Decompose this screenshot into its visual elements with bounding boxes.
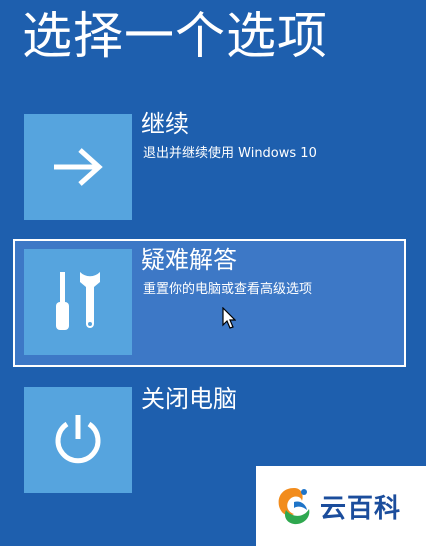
- option-troubleshoot-description: 重置你的电脑或查看高级选项: [143, 282, 313, 297]
- arrow-right-icon: [54, 148, 103, 186]
- option-turn-off-heading: 关闭电脑: [141, 385, 237, 413]
- watermark: 云百科: [256, 466, 426, 546]
- mouse-cursor-icon: [222, 307, 236, 329]
- page-title: 选择一个选项: [22, 7, 328, 65]
- option-troubleshoot[interactable]: 疑难解答 重置你的电脑或查看高级选项: [13, 239, 406, 367]
- power-icon: [55, 415, 101, 464]
- troubleshoot-tile[interactable]: [24, 249, 132, 355]
- turn-off-tile[interactable]: [24, 387, 132, 493]
- option-continue[interactable]: 继续 退出并继续使用 Windows 10: [13, 103, 406, 231]
- watermark-text: 云百科: [320, 493, 402, 524]
- tools-icon: [56, 272, 100, 330]
- option-continue-description: 退出并继续使用 Windows 10: [143, 146, 317, 161]
- continue-tile[interactable]: [24, 114, 132, 220]
- option-continue-heading: 继续: [141, 110, 189, 138]
- option-troubleshoot-heading: 疑难解答: [141, 246, 237, 274]
- yunbaike-logo-icon: [278, 488, 310, 525]
